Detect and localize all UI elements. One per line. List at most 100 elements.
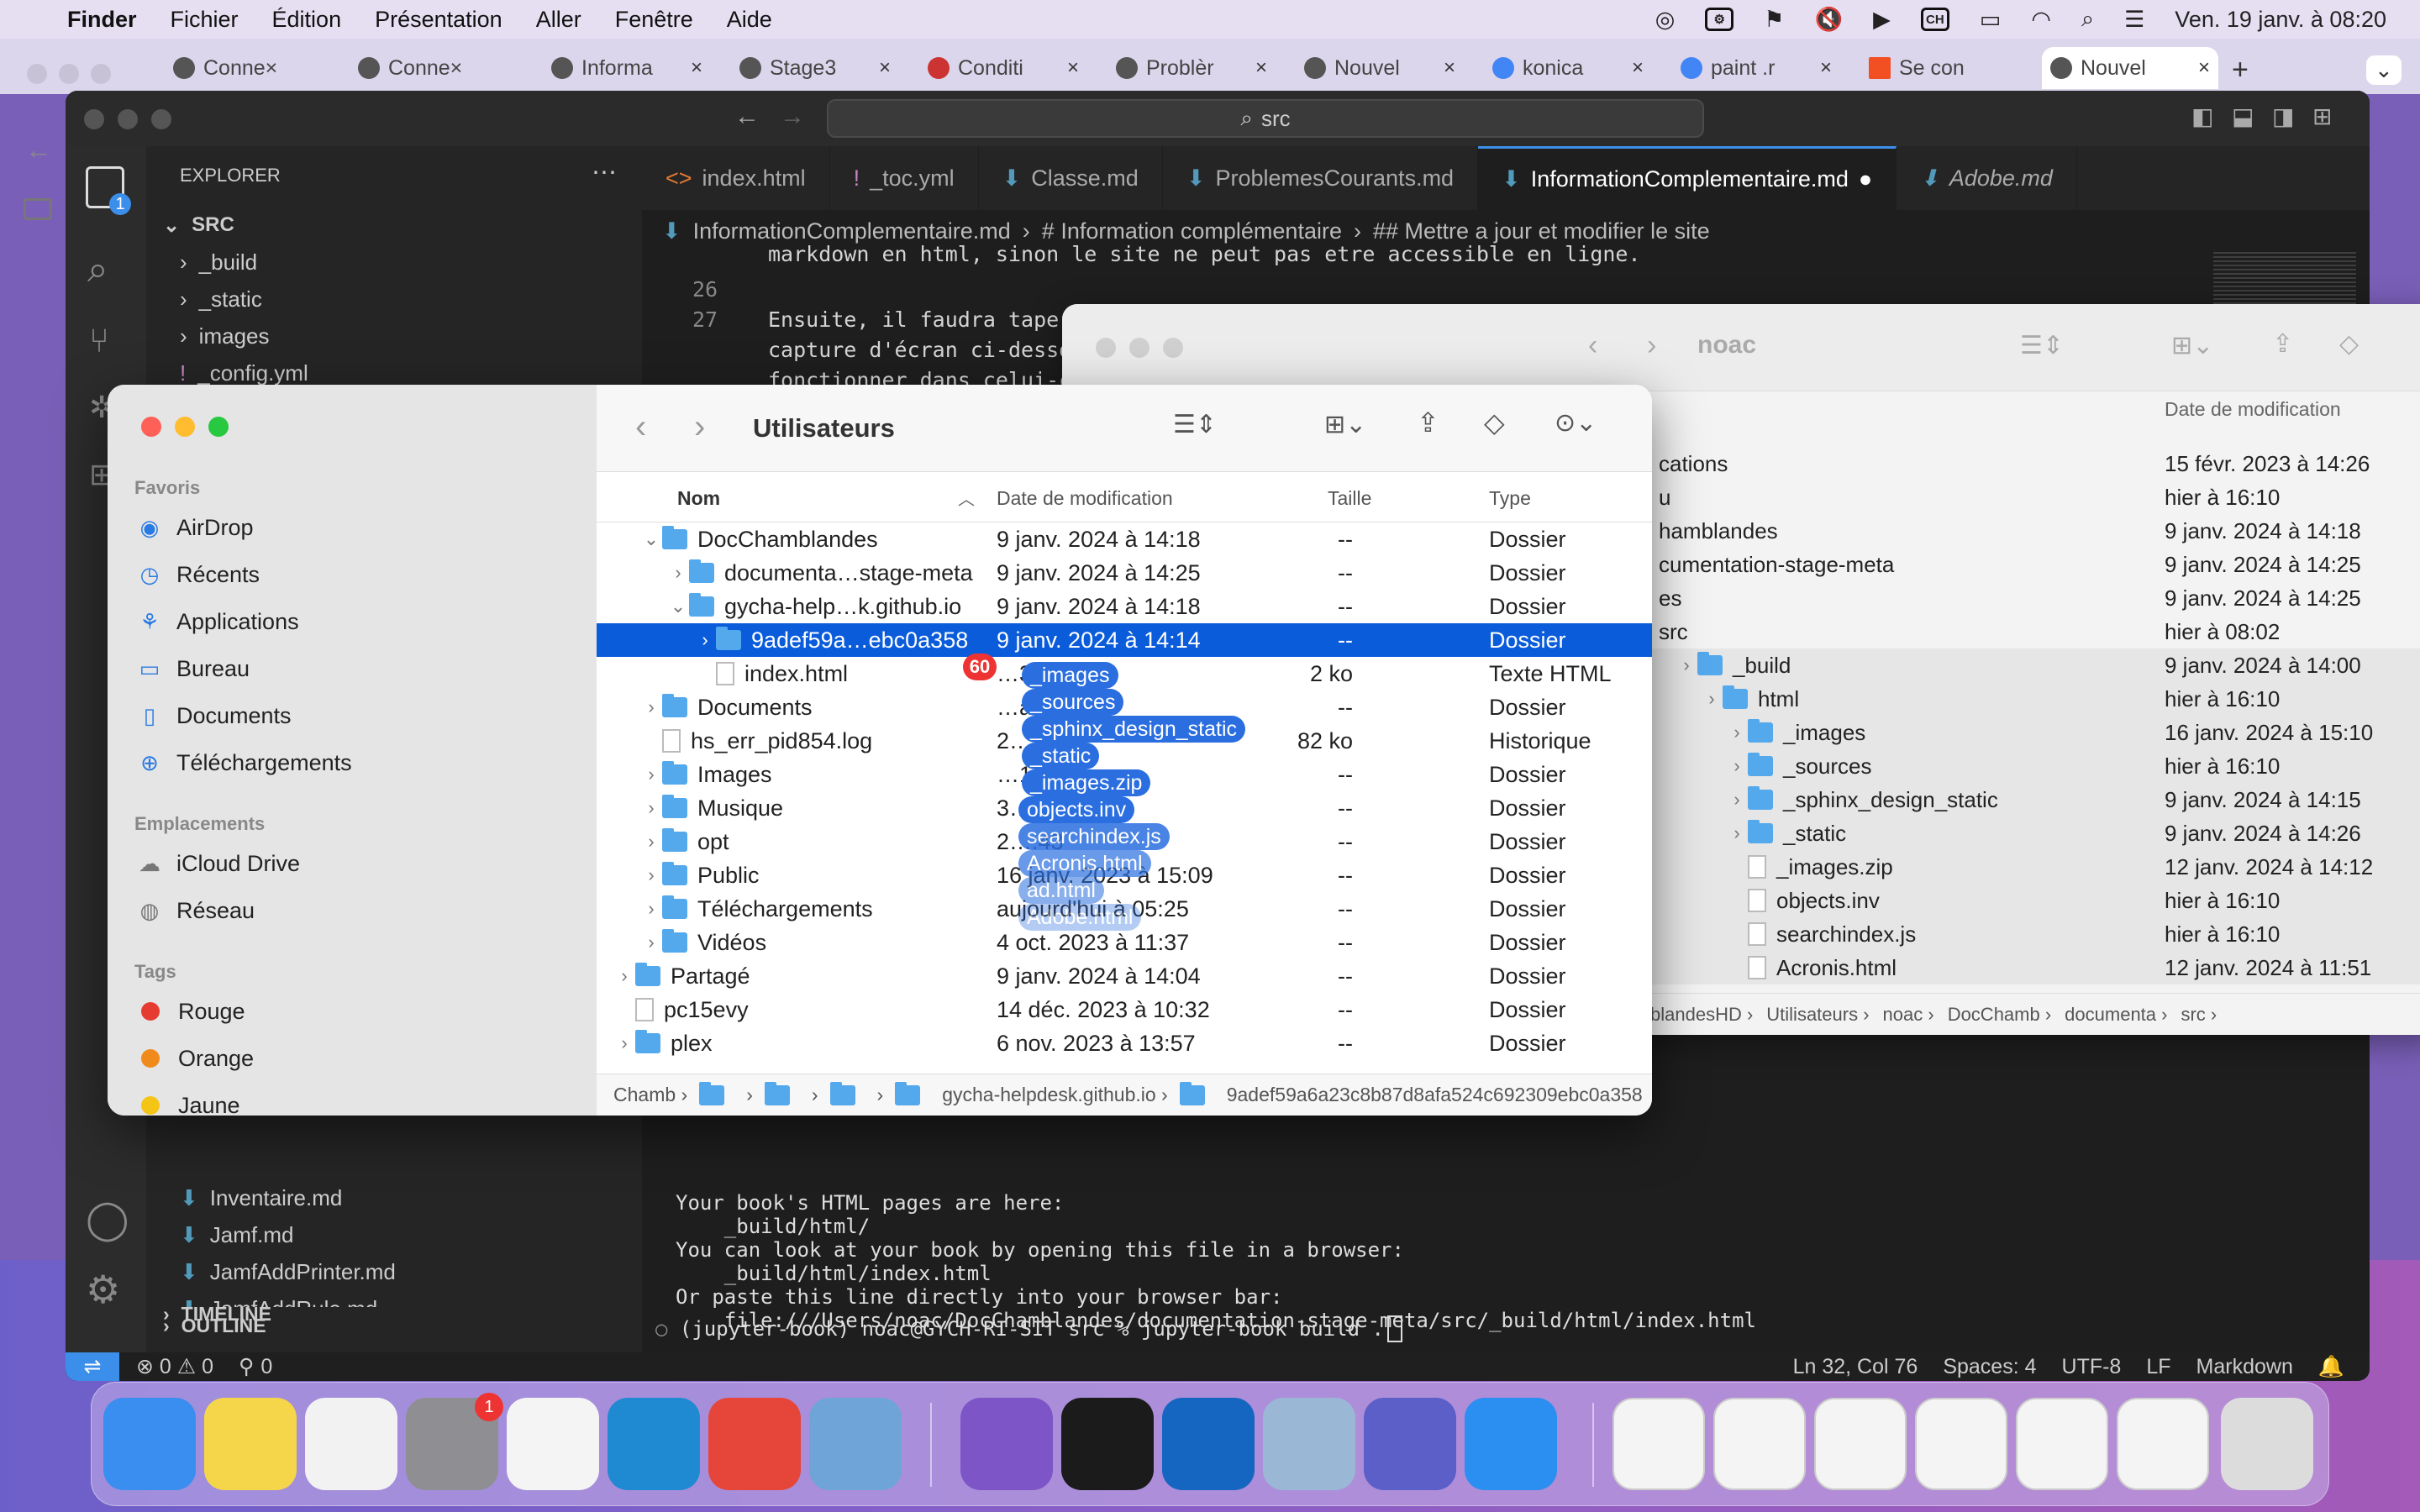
tab-close-icon[interactable]: × — [1820, 56, 1832, 80]
menubar-clock[interactable]: Ven. 19 janv. à 08:20 — [2175, 7, 2386, 33]
menu-aide[interactable]: Aide — [710, 7, 789, 33]
zoom-button[interactable] — [208, 417, 229, 437]
column-header-date[interactable]: Date de modification — [2165, 398, 2341, 421]
search-icon[interactable]: ⌕ — [87, 249, 108, 291]
column-header-size[interactable]: Taille — [1328, 487, 1371, 510]
creative-cloud-icon[interactable]: ◎ — [1655, 7, 1676, 33]
close-button[interactable] — [141, 417, 161, 437]
table-row-selected[interactable]: › 9adef59a…ebc0a358 9 janv. 2024 à 14:14 --… — [597, 623, 1652, 657]
chevron-right-icon[interactable]: › — [613, 965, 635, 987]
share-icon[interactable]: ⇪ — [1417, 407, 1439, 438]
browser-tab[interactable]: Conditi × — [919, 47, 1087, 89]
sidebar-item-bureau[interactable]: ▭ Bureau — [138, 648, 250, 689]
dock-anydesk-icon[interactable] — [708, 1398, 801, 1490]
control-center-icon[interactable]: ☰ — [2124, 7, 2144, 33]
nav-forward-icon[interactable]: → — [780, 102, 805, 131]
tree-item[interactable]: › _static — [180, 281, 262, 318]
tag-icon[interactable]: ◇ — [2339, 329, 2359, 359]
dock-window-thumbnail-icon[interactable] — [1713, 1398, 1806, 1490]
browser-folder-icon[interactable] — [24, 198, 52, 220]
chrome-zoom-button[interactable] — [91, 64, 111, 84]
chevron-right-icon[interactable]: › — [640, 797, 662, 819]
chrome-close-button[interactable] — [27, 64, 47, 84]
forward-icon[interactable]: › — [694, 408, 705, 446]
chevron-right-icon[interactable]: › — [1701, 688, 1723, 710]
table-row[interactable]: › documenta…stage-meta 9 janv. 2024 à 14:2… — [597, 556, 1652, 590]
chevron-right-icon[interactable]: › — [640, 831, 662, 853]
dock-photos-icon[interactable] — [305, 1398, 397, 1490]
browser-tab-active[interactable]: Nouvel × — [2042, 47, 2218, 89]
customize-layout-icon[interactable]: ⊞ — [2312, 102, 2332, 130]
toggle-panel-icon[interactable]: ⬓ — [2232, 102, 2254, 130]
browser-tab[interactable]: konica × — [1484, 47, 1652, 89]
dock-terminal-icon[interactable] — [1061, 1398, 1154, 1490]
status-language[interactable]: Markdown — [2196, 1355, 2293, 1379]
sidebar-item-telechargements[interactable]: ⊕ Téléchargements — [138, 743, 352, 783]
keyboard-layout-icon[interactable]: CH — [1920, 8, 1949, 31]
more-actions-icon[interactable]: ⊙⌄ — [1555, 408, 1597, 438]
dock-window-thumbnail-icon[interactable] — [1612, 1398, 1705, 1490]
zoom-button[interactable] — [1163, 338, 1183, 358]
path-item[interactable]: DocChamb › — [1948, 1004, 2051, 1026]
chevron-right-icon[interactable]: › — [1726, 755, 1748, 777]
tab-close-icon[interactable]: × — [1067, 56, 1079, 80]
editor-tab[interactable]: ⬇ Classe.md — [979, 146, 1163, 210]
tree-item[interactable]: ⬇ Jamf.md — [180, 1216, 293, 1253]
terminal-prompt[interactable]: ○ (jupyter-book) noac@GYCH-RI-SIT src % … — [655, 1315, 1403, 1342]
browser-tab[interactable]: Nouvel × — [1296, 47, 1464, 89]
group-icon[interactable]: ⊞⌄ — [1324, 410, 1366, 439]
chevron-right-icon[interactable]: › — [1726, 789, 1748, 811]
account-icon[interactable]: ◯ — [86, 1196, 129, 1242]
nav-back-icon[interactable]: ← — [734, 102, 760, 131]
table-row[interactable]: ⌄ DocChamblandes 9 janv. 2024 à 14:18 -- Dos… — [597, 522, 1652, 556]
dock-teams-icon[interactable] — [1364, 1398, 1456, 1490]
status-cursor-position[interactable]: Ln 32, Col 76 — [1793, 1355, 1918, 1379]
menu-aller[interactable]: Aller — [519, 7, 598, 33]
explorer-root[interactable]: ⌄ SRC — [163, 207, 234, 244]
menu-edition[interactable]: Édition — [255, 7, 359, 33]
toggle-sidebar-icon[interactable]: ◧ — [2191, 102, 2213, 130]
editor-tab[interactable]: ! _toc.yml — [830, 146, 979, 210]
tree-item[interactable]: › images — [180, 318, 270, 354]
dock-window-thumbnail-icon[interactable] — [1814, 1398, 1907, 1490]
sidebar-item-tag-orange[interactable]: Orange — [138, 1038, 254, 1079]
tree-item[interactable]: ⬇ JamfAddPrinter.md — [180, 1253, 396, 1290]
remote-icon[interactable]: ⇌ — [66, 1352, 119, 1381]
manage-gear-icon[interactable]: ⚙ — [86, 1267, 120, 1312]
chevron-right-icon[interactable]: › — [1726, 822, 1748, 844]
column-header-name[interactable]: Nom — [677, 487, 720, 510]
chevron-right-icon[interactable]: › — [667, 562, 689, 584]
browser-tab[interactable]: paint .r × — [1672, 47, 1840, 89]
editor-tab[interactable]: ⬇ Adobe.md — [1897, 146, 2077, 210]
dock-window-thumbnail-icon[interactable] — [2117, 1398, 2209, 1490]
path-item[interactable]: › — [746, 1084, 753, 1106]
chevron-right-icon[interactable]: › — [1726, 722, 1748, 743]
editor-tab-active[interactable]: ⬇ InformationComplementaire.md ● — [1478, 146, 1897, 210]
chevron-right-icon[interactable]: › — [613, 1032, 635, 1054]
path-item[interactable]: › — [877, 1084, 884, 1106]
status-encoding[interactable]: UTF-8 — [2062, 1355, 2122, 1379]
tab-close-icon[interactable]: × — [691, 56, 702, 80]
source-control-icon[interactable]: ⑂ — [89, 323, 109, 360]
share-icon[interactable]: ⇪ — [2272, 329, 2293, 359]
dock-finder-icon[interactable] — [103, 1398, 196, 1490]
sidebar-item-icloud[interactable]: ☁ iCloud Drive — [138, 843, 300, 884]
browser-tab[interactable]: Conne× — [165, 47, 324, 89]
status-indentation[interactable]: Spaces: 4 — [1943, 1355, 2036, 1379]
sidebar-item-documents[interactable]: ▯ Documents — [138, 696, 292, 736]
dock-window-thumbnail-icon[interactable] — [1915, 1398, 2007, 1490]
tab-close-icon[interactable]: × — [879, 56, 891, 80]
chevron-right-icon[interactable]: › — [640, 764, 662, 785]
tag-icon[interactable]: ◇ — [1484, 407, 1505, 438]
chevron-right-icon[interactable]: › — [640, 932, 662, 953]
back-icon[interactable]: ‹ — [1588, 329, 1597, 362]
chevron-right-icon[interactable]: › — [694, 629, 716, 651]
minimize-button[interactable] — [175, 417, 195, 437]
editor-tab[interactable]: <> index.html — [642, 146, 830, 210]
vscode-minimize-button[interactable] — [118, 109, 138, 129]
chevron-right-icon[interactable]: › — [640, 864, 662, 886]
dock-safari-icon[interactable] — [1465, 1398, 1557, 1490]
path-item[interactable]: gycha-helpdesk.github.io › — [942, 1084, 1168, 1106]
sidebar-item-airdrop[interactable]: ◉ AirDrop — [138, 507, 254, 548]
status-ports[interactable]: 0 — [260, 1355, 272, 1379]
